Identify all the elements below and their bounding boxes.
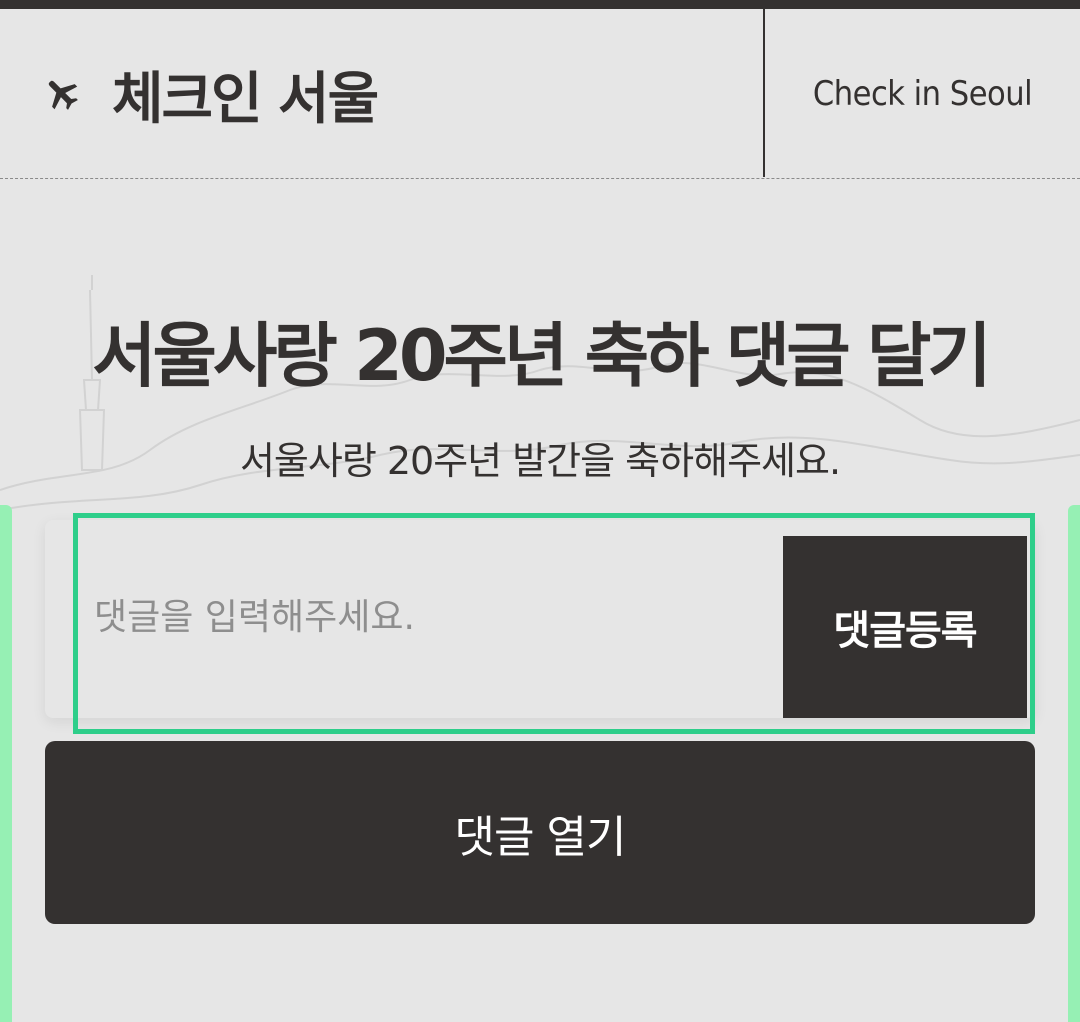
open-comments-button[interactable]: 댓글 열기 — [45, 741, 1035, 924]
left-accent-bar — [0, 505, 12, 1022]
english-title-link[interactable]: Check in Seoul — [765, 9, 1080, 179]
brand[interactable]: 체크인 서울 — [40, 9, 379, 179]
header: 체크인 서울 Check in Seoul — [0, 9, 1080, 179]
top-strip — [0, 0, 1080, 9]
brand-title: 체크인 서울 — [112, 66, 379, 132]
header-dashed-divider — [0, 178, 1080, 179]
airplane-icon — [40, 72, 84, 116]
right-accent-bar — [1068, 505, 1080, 1022]
page-title: 서울사랑 20주년 축하 댓글 달기 — [92, 315, 992, 397]
page-subtitle: 서울사랑 20주년 발간을 축하해주세요. — [239, 439, 841, 483]
comment-submit-button[interactable]: 댓글등록 — [783, 536, 1027, 718]
comment-input[interactable] — [82, 528, 772, 708]
english-title: Check in Seoul — [812, 74, 1033, 114]
